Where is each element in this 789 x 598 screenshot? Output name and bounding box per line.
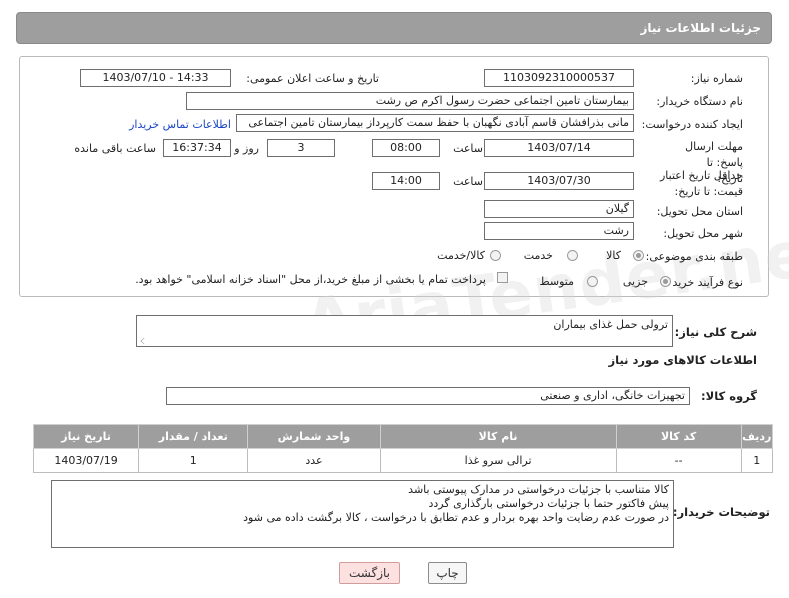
remaining-time-field: 16:37:34 <box>163 139 231 157</box>
category-radio-service[interactable] <box>567 250 578 261</box>
goods-section-title: اطلاعات کالاهای مورد نیاز <box>608 353 757 367</box>
buyer-note-line: کالا متناسب با جزئیات درخواستی در مدارک … <box>408 483 669 496</box>
category-option-both: کالا/خدمت <box>437 249 485 262</box>
announce-datetime-label: تاریخ و ساعت اعلان عمومی: <box>246 72 379 85</box>
process-option-medium: متوسط <box>539 275 574 288</box>
col-need-date: تاریخ نیاز <box>32 424 140 449</box>
page-title: جزئیات اطلاعات نیاز <box>640 21 761 35</box>
col-unit: واحد شمارش <box>247 424 381 449</box>
cell-row-number: 1 <box>740 448 774 473</box>
description-text: ترولی حمل غذای بیماران <box>553 318 668 331</box>
process-radio-minor[interactable] <box>660 276 671 287</box>
goods-group-field: تجهیزات خانگی، اداری و صنعتی <box>166 387 690 405</box>
days-label: روز و <box>234 142 259 155</box>
cell-goods-code: -- <box>615 448 742 473</box>
cell-unit: عدد <box>247 448 381 473</box>
treasury-payment-checkbox[interactable] <box>497 272 508 283</box>
price-validity-label: حداقل تاریخ اعتبار قیمت: تا تاریخ: <box>659 169 743 198</box>
price-validity-time-label: ساعت <box>453 175 483 188</box>
need-number-label: شماره نیاز: <box>690 72 743 85</box>
city-label: شهر محل تحویل: <box>663 227 743 240</box>
buyer-note-line: پیش فاکتور حتما با جزئیات درخواستی بارگذ… <box>428 497 669 510</box>
description-label: شرح کلی نیاز: <box>674 325 757 339</box>
back-button[interactable]: بازگشت <box>339 562 400 584</box>
buyer-contact-link[interactable]: اطلاعات تماس خریدار <box>129 118 231 131</box>
buyer-org-field: بیمارستان تامین اجتماعی حضرت رسول اکرم ص… <box>186 92 634 110</box>
cell-need-date: 1403/07/19 <box>32 448 140 473</box>
province-label: استان محل تحویل: <box>656 205 743 218</box>
buyer-note-line: در صورت عدم رضایت واحد بهره بردار و عدم … <box>243 511 669 524</box>
category-label: طبقه بندی موضوعی: <box>645 250 743 263</box>
cell-goods-name: ترالی سرو غذا <box>379 448 617 473</box>
goods-group-label: گروه کالا: <box>701 389 757 403</box>
resize-grip-icon[interactable] <box>140 337 148 345</box>
reply-date-field: 1403/07/14 <box>484 139 634 157</box>
buyer-notes-textarea[interactable]: کالا متناسب با جزئیات درخواستی در مدارک … <box>51 480 674 548</box>
price-validity-date-field: 1403/07/30 <box>484 172 634 190</box>
remaining-time-label: ساعت باقی مانده <box>74 142 156 155</box>
treasury-payment-note: پرداخت تمام یا بخشی از مبلغ خرید،از محل … <box>135 273 486 286</box>
buyer-notes-label: توضیحات خریدار: <box>672 505 770 519</box>
cell-quantity: 1 <box>138 448 249 473</box>
process-type-label: نوع فرآیند خرید : <box>665 276 743 289</box>
category-option-goods: کالا <box>606 249 621 262</box>
reply-time-field: 08:00 <box>372 139 440 157</box>
category-radio-both[interactable] <box>490 250 501 261</box>
col-row-number: ردیف <box>740 424 774 449</box>
remaining-days-field: 3 <box>267 139 335 157</box>
category-radio-goods[interactable] <box>633 250 644 261</box>
print-button[interactable]: چاپ <box>428 562 467 584</box>
process-radio-medium[interactable] <box>587 276 598 287</box>
requester-label: ایجاد کننده درخواست: <box>641 118 743 131</box>
need-number-field: 1103092310000537 <box>484 69 634 87</box>
goods-table-header: ردیف کد کالا نام کالا واحد شمارش تعداد /… <box>32 424 774 449</box>
province-field: گیلان <box>484 200 634 218</box>
col-goods-code: کد کالا <box>615 424 742 449</box>
city-field: رشت <box>484 222 634 240</box>
col-quantity: تعداد / مقدار <box>138 424 249 449</box>
page-header: جزئیات اطلاعات نیاز <box>16 12 772 44</box>
buyer-org-label: نام دستگاه خریدار: <box>656 95 743 108</box>
col-goods-name: نام کالا <box>379 424 617 449</box>
requester-field: مانی بذرافشان قاسم آبادی نگهبان با حفظ س… <box>236 114 634 132</box>
description-textarea[interactable]: ترولی حمل غذای بیماران <box>136 315 673 347</box>
goods-table: ردیف کد کالا نام کالا واحد شمارش تعداد /… <box>32 424 774 473</box>
category-option-service: خدمت <box>523 249 553 262</box>
process-option-minor: جزیی <box>622 275 648 288</box>
announce-datetime-field: 1403/07/10 - 14:33 <box>80 69 231 87</box>
price-validity-time-field: 14:00 <box>372 172 440 190</box>
table-row: 1 -- ترالی سرو غذا عدد 1 1403/07/19 <box>32 448 774 473</box>
reply-time-label: ساعت <box>453 142 483 155</box>
